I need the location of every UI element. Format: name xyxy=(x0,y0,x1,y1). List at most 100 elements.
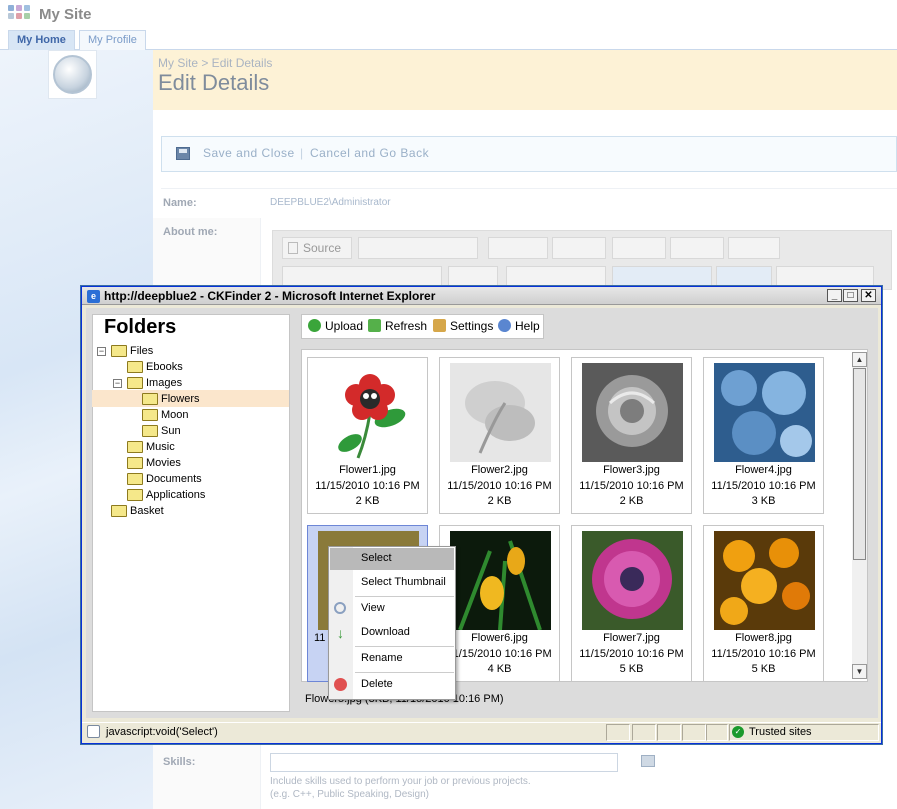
folder-label: Sun xyxy=(161,425,181,437)
upload-icon xyxy=(308,319,321,332)
tab-my-profile[interactable]: My Profile xyxy=(79,30,146,50)
file-date: 11/15/2010 10:16 PM xyxy=(447,480,552,492)
download-arrow-icon: ↓ xyxy=(337,625,344,641)
file-thumbnail[interactable]: Flower4.jpg 11/15/2010 10:16 PM 3 KB xyxy=(703,357,824,514)
skills-hint-line-1: Include skills used to perform your job … xyxy=(270,776,531,787)
menu-item-download[interactable]: Download xyxy=(361,626,410,638)
scroll-up-arrow-icon[interactable]: ▲ xyxy=(852,352,867,367)
thumbnail-image xyxy=(582,363,683,462)
site-title[interactable]: My Site xyxy=(39,6,92,23)
folder-icon xyxy=(127,473,143,486)
list-tool-group[interactable] xyxy=(448,266,498,286)
wrench-icon xyxy=(433,319,446,332)
thumbnail-image xyxy=(450,531,551,630)
folder-basket[interactable]: Basket xyxy=(111,503,164,519)
folder-music[interactable]: Music xyxy=(127,439,175,455)
find-replace-group[interactable] xyxy=(612,237,666,259)
file-name: Flower3.jpg xyxy=(603,464,660,476)
menu-item-view[interactable]: View xyxy=(361,602,385,614)
file-name: Flower1.jpg xyxy=(339,464,396,476)
ie-status-text: javascript:void('Select') xyxy=(106,726,218,738)
collapse-images-toggle[interactable]: − xyxy=(113,379,122,388)
toolbar-separator: | xyxy=(300,146,304,160)
align-tool-group[interactable] xyxy=(612,266,712,286)
refresh-icon xyxy=(368,319,381,332)
file-size: 5 KB xyxy=(619,663,644,675)
clipboard-tool-group[interactable] xyxy=(358,237,478,259)
save-and-close-button[interactable]: Save and Close xyxy=(203,146,295,160)
breadcrumb[interactable]: My Site > Edit Details xyxy=(158,56,272,70)
folder-sun[interactable]: Sun xyxy=(142,423,181,439)
file-name: Flower6.jpg xyxy=(471,632,528,644)
folder-label: Moon xyxy=(161,409,189,421)
upload-button[interactable]: Upload xyxy=(308,319,363,333)
menu-item-rename[interactable]: Rename xyxy=(361,652,403,664)
avatar[interactable] xyxy=(53,55,92,94)
folder-movies[interactable]: Movies xyxy=(127,455,181,471)
magnifier-icon xyxy=(334,602,346,614)
security-zone-label: Trusted sites xyxy=(749,726,812,738)
trusted-check-icon: ✓ xyxy=(732,726,744,738)
folder-documents[interactable]: Documents xyxy=(127,471,202,487)
folder-images[interactable]: Images xyxy=(127,375,182,391)
file-thumbnail[interactable]: Flower8.jpg 11/15/2010 10:16 PM 5 KB xyxy=(703,525,824,682)
undo-redo-group[interactable] xyxy=(552,237,606,259)
file-thumbnail[interactable]: Flower6.jpg 11/15/2010 10:16 PM 4 KB xyxy=(439,525,560,682)
folder-flowers[interactable]: Flowers xyxy=(142,391,200,407)
select-all-group[interactable] xyxy=(670,237,724,259)
file-thumbnail[interactable]: Flower7.jpg 11/15/2010 10:16 PM 5 KB xyxy=(571,525,692,682)
menu-item-delete[interactable]: Delete xyxy=(361,678,393,690)
file-thumbnail[interactable]: Flower2.jpg 11/15/2010 10:16 PM 2 KB xyxy=(439,357,560,514)
folder-moon[interactable]: Moon xyxy=(142,407,189,423)
menu-separator xyxy=(355,672,454,673)
help-button[interactable]: Help xyxy=(498,319,540,333)
file-size: 2 KB xyxy=(619,495,644,507)
tab-my-home[interactable]: My Home xyxy=(8,30,75,50)
folder-applications[interactable]: Applications xyxy=(127,487,205,503)
maximize-button[interactable]: □ xyxy=(843,289,858,302)
save-icon[interactable] xyxy=(176,147,190,160)
spellcheck-tool-group[interactable] xyxy=(488,237,548,259)
skills-input[interactable] xyxy=(270,753,618,772)
page-icon xyxy=(87,725,100,738)
status-cell xyxy=(657,724,681,741)
skills-label: Skills: xyxy=(163,756,196,768)
help-icon xyxy=(498,319,511,332)
settings-button[interactable]: Settings xyxy=(433,319,493,333)
file-thumbnail[interactable]: Flower3.jpg 11/15/2010 10:16 PM 2 KB xyxy=(571,357,692,514)
minimize-button[interactable]: _ xyxy=(827,289,842,302)
format-tool-group[interactable] xyxy=(282,266,442,286)
status-cell xyxy=(682,724,706,741)
file-thumbnail[interactable]: Flower1.jpg 11/15/2010 10:16 PM 2 KB xyxy=(307,357,428,514)
direction-tool-group[interactable] xyxy=(716,266,772,286)
address-book-icon[interactable] xyxy=(641,755,655,767)
status-cell xyxy=(706,724,728,741)
site-logo-icon xyxy=(8,5,32,25)
indent-tool-group[interactable] xyxy=(506,266,606,286)
folder-label: Documents xyxy=(146,473,202,485)
file-name: Flower2.jpg xyxy=(471,464,528,476)
insert-tool-group[interactable] xyxy=(776,266,874,286)
file-date: 11/15/2010 10:16 PM xyxy=(711,648,816,660)
close-window-button[interactable]: ✕ xyxy=(861,289,876,302)
folders-title: Folders xyxy=(104,316,177,338)
status-cell xyxy=(606,724,630,741)
folder-files[interactable]: Files xyxy=(111,343,153,359)
status-cell xyxy=(632,724,656,741)
menu-item-select[interactable]: Select xyxy=(361,552,392,564)
page-title: Edit Details xyxy=(158,70,270,95)
upload-label: Upload xyxy=(325,319,364,333)
folder-label: Ebooks xyxy=(146,361,183,373)
source-button[interactable]: Source xyxy=(282,237,352,259)
collapse-files-toggle[interactable]: − xyxy=(97,347,106,356)
scroll-thumb[interactable] xyxy=(853,368,866,560)
folder-ebooks[interactable]: Ebooks xyxy=(127,359,183,375)
preview-group[interactable] xyxy=(728,237,780,259)
skills-hint: Include skills used to perform your job … xyxy=(270,775,531,801)
refresh-button[interactable]: Refresh xyxy=(368,319,427,333)
top-bar xyxy=(0,0,897,30)
cancel-button[interactable]: Cancel and Go Back xyxy=(310,146,429,160)
scroll-down-arrow-icon[interactable]: ▼ xyxy=(852,664,867,679)
menu-item-select-thumbnail[interactable]: Select Thumbnail xyxy=(361,576,446,588)
folder-icon xyxy=(142,425,158,438)
